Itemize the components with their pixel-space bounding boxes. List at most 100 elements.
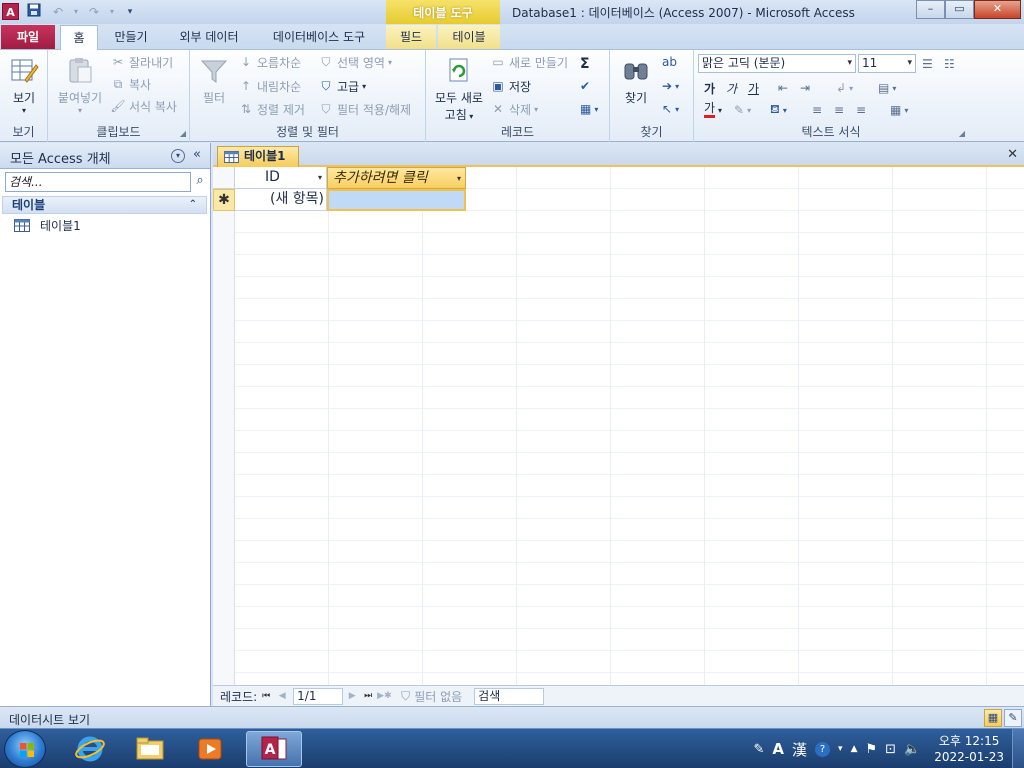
gridlines-icon[interactable]: ▤ ▾ [878, 78, 896, 98]
align-left-icon[interactable]: ≡ [812, 100, 822, 120]
action-center-flag-icon[interactable]: ⚑ [866, 742, 878, 757]
datasheet-grid[interactable] [235, 167, 1024, 685]
record-selector-column[interactable] [213, 167, 235, 685]
next-record-icon[interactable]: ▶ [345, 691, 359, 701]
copy-button[interactable]: ⧉ 복사 [110, 74, 151, 94]
italic-button[interactable]: 가 [726, 78, 737, 98]
search-icon[interactable]: ⌕ [192, 173, 208, 191]
undo-dropdown-icon[interactable]: ▾ [72, 3, 80, 21]
font-color-dropdown-icon[interactable]: ▾ [718, 100, 722, 120]
more-records-icon[interactable]: ▦ ▾ [580, 99, 598, 119]
show-desktop-button[interactable] [1012, 729, 1024, 768]
taskbar-file-explorer[interactable] [122, 731, 178, 767]
select-all-corner[interactable] [213, 167, 235, 189]
record-search-input[interactable]: 검색 [474, 687, 545, 705]
clipboard-launcher-icon[interactable]: ◢ [180, 129, 186, 138]
tab-create[interactable]: 만들기 [104, 25, 158, 49]
view-button[interactable]: 보기 ▾ [6, 56, 42, 115]
remove-sort-button[interactable]: ⇅ 정렬 제거 [238, 99, 305, 119]
spelling-icon[interactable]: ✔ [580, 76, 590, 96]
new-record-id-cell[interactable]: (새 항목) [235, 189, 327, 211]
paste-dropdown-icon[interactable]: ▾ [54, 106, 106, 115]
new-record-button[interactable]: ▭ 새로 만들기 [490, 52, 568, 72]
current-record-input[interactable]: 1/1 [293, 687, 344, 705]
new-blank-record-icon[interactable]: ▶✱ [377, 691, 391, 701]
taskbar-access[interactable]: A [246, 731, 302, 767]
format-painter-button[interactable]: 🖌 서식 복사 [110, 96, 177, 116]
delete-record-button[interactable]: ✕ 삭제 ▾ [490, 99, 538, 119]
access-app-icon[interactable]: A [2, 3, 19, 20]
numbering-icon[interactable]: ☷ [944, 54, 955, 74]
column-id-dropdown-icon[interactable]: ▾ [318, 167, 322, 188]
tab-database-tools[interactable]: 데이터베이스 도구 [260, 25, 378, 49]
find-button[interactable]: 찾기 [616, 56, 656, 106]
save-icon[interactable] [24, 3, 44, 21]
column-add-dropdown-icon[interactable]: ▾ [457, 168, 461, 189]
ime-hanja-indicator[interactable]: 漢 [792, 739, 807, 760]
fill-color-icon[interactable]: ⛾ ▾ [770, 100, 787, 120]
show-hidden-icons-icon[interactable]: ▲ [851, 744, 858, 754]
filter-button[interactable]: 필터 [196, 56, 232, 106]
highlight-icon[interactable]: ✎ ▾ [734, 100, 751, 120]
document-tab-table1[interactable]: 테이블1 [217, 146, 299, 167]
sort-ascending-button[interactable]: ↓ 오름차순 [238, 52, 301, 72]
tab-external-data[interactable]: 외부 데이터 [168, 25, 250, 49]
cut-button[interactable]: ✂ 잘라내기 [110, 52, 173, 72]
alternate-row-color-icon[interactable]: ▦ ▾ [890, 100, 908, 120]
minimize-button[interactable]: – [916, 0, 945, 19]
nav-search-input[interactable]: 검색... [5, 172, 191, 192]
tab-fields[interactable]: 필드 [386, 25, 436, 49]
customize-qat-icon[interactable]: ▾ [120, 3, 140, 21]
undo-icon[interactable]: ↶ [48, 3, 68, 21]
start-button[interactable] [4, 730, 46, 768]
tab-home[interactable]: 홈 [60, 25, 98, 51]
network-icon[interactable]: ⊡ [885, 742, 896, 757]
selection-button[interactable]: ⛉ 선택 영역 ▾ [318, 52, 392, 72]
bold-button[interactable]: 가 [704, 78, 715, 98]
nav-group-tables[interactable]: 테이블 ⌃ [2, 196, 207, 214]
filter-indicator[interactable]: ⛉ 필터 없음 [401, 688, 462, 705]
paste-button[interactable]: 붙여넣기 ▾ [54, 56, 106, 115]
align-right-icon[interactable]: ≡ [856, 100, 866, 120]
last-record-icon[interactable]: ⏭ [361, 691, 375, 701]
nav-pane-header[interactable]: 모든 Access 개체 ▾ « [0, 143, 210, 169]
nav-menu-dropdown-icon[interactable]: ▾ [171, 149, 185, 163]
column-header-id[interactable]: ID ▾ [235, 167, 327, 189]
column-header-click-to-add[interactable]: 추가하려면 클릭 ▾ [327, 167, 466, 189]
decrease-indent-icon[interactable]: ⇤ [778, 78, 788, 98]
increase-indent-icon[interactable]: ⇥ [800, 78, 810, 98]
go-to-icon[interactable]: ➔ ▾ [662, 76, 679, 96]
close-document-icon[interactable]: ✕ [1007, 147, 1018, 162]
datasheet-view-icon[interactable]: ▦ [984, 709, 1002, 727]
new-record-marker[interactable]: ✱ [213, 189, 235, 211]
ime-mode-indicator[interactable]: A [772, 740, 784, 758]
font-color-button[interactable]: 가 [704, 100, 716, 118]
refresh-all-button[interactable]: 모두 새로 고침 ▾ [430, 56, 488, 123]
previous-record-icon[interactable]: ◀ [275, 691, 289, 701]
select-icon[interactable]: ↖ ▾ [662, 99, 679, 119]
taskbar-media-player[interactable] [182, 731, 238, 767]
underline-button[interactable]: 가 [748, 78, 759, 98]
font-size-combo[interactable]: 11 ▾ [858, 54, 916, 73]
volume-icon[interactable]: 🔈 [904, 742, 920, 757]
ime-help-icon[interactable]: ? [815, 741, 831, 757]
design-view-icon[interactable]: ✎ [1004, 709, 1022, 727]
ime-options-icon[interactable]: ▾ [838, 744, 843, 754]
font-family-combo[interactable]: 맑은 고딕 (본문) ▾ [698, 54, 856, 73]
tab-file[interactable]: 파일 [1, 25, 55, 49]
save-record-button[interactable]: ▣ 저장 [490, 76, 531, 96]
text-formatting-launcher-icon[interactable]: ◢ [959, 129, 965, 138]
totals-icon[interactable]: Σ [580, 54, 590, 74]
toggle-filter-button[interactable]: ⛉ 필터 적용/해제 [318, 99, 411, 119]
left-to-right-icon[interactable]: ↲ ▾ [836, 78, 853, 98]
redo-dropdown-icon[interactable]: ▾ [108, 3, 116, 21]
redo-icon[interactable]: ↷ [84, 3, 104, 21]
close-button[interactable]: ✕ [974, 0, 1021, 19]
advanced-button[interactable]: ⛉ 고급 ▾ [318, 76, 366, 96]
tab-table[interactable]: 테이블 [438, 25, 500, 49]
new-record-add-cell[interactable] [327, 189, 466, 211]
taskbar-clock[interactable]: 오후 12:15 2022-01-23 [934, 733, 1004, 765]
view-dropdown-icon[interactable]: ▾ [6, 106, 42, 115]
bullets-icon[interactable]: ☰ [922, 54, 933, 74]
taskbar-internet-explorer[interactable] [62, 731, 118, 767]
